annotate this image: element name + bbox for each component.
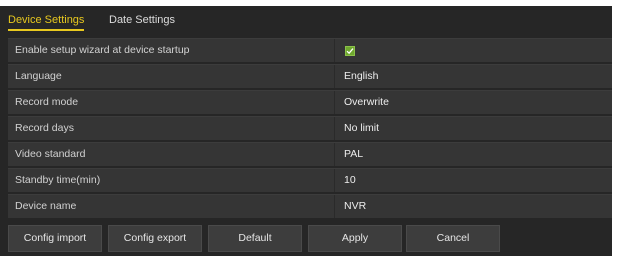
tab-bar: Device Settings Date Settings: [0, 6, 612, 35]
cancel-button[interactable]: Cancel: [406, 225, 500, 252]
setting-value: PAL: [344, 148, 364, 160]
setting-value: NVR: [344, 200, 367, 212]
setting-label: Record days: [15, 122, 74, 134]
default-button[interactable]: Default: [208, 225, 302, 252]
record-days-select[interactable]: No limit: [334, 117, 612, 140]
checkmark-icon: [346, 48, 354, 55]
setting-row-device-name: Device name NVR: [8, 194, 612, 218]
settings-list: Enable setup wizard at device startup La…: [8, 38, 612, 220]
setting-row-record-days: Record days No limit: [8, 116, 612, 140]
setting-label: Device name: [15, 200, 77, 212]
setting-label: Standby time(min): [15, 174, 101, 186]
language-select[interactable]: English: [334, 65, 612, 88]
config-import-button[interactable]: Config import: [8, 225, 102, 252]
setting-value: No limit: [344, 122, 380, 134]
setting-value: 10: [344, 174, 356, 186]
tab-date-settings[interactable]: Date Settings: [109, 14, 175, 26]
record-mode-select[interactable]: Overwrite: [334, 91, 612, 114]
setting-value: English: [344, 70, 379, 82]
config-export-button[interactable]: Config export: [108, 225, 202, 252]
setup-wizard-checkbox-cell[interactable]: [334, 39, 612, 62]
standby-time-select[interactable]: 10: [334, 169, 612, 192]
tab-device-settings[interactable]: Device Settings: [8, 14, 84, 26]
apply-button[interactable]: Apply: [308, 225, 402, 252]
action-bar: Config import Config export Default Appl…: [8, 225, 612, 252]
device-settings-panel: Device Settings Date Settings Enable set…: [0, 6, 612, 256]
device-name-field[interactable]: NVR: [334, 195, 612, 218]
setting-row-setup-wizard: Enable setup wizard at device startup: [8, 38, 612, 62]
setting-row-video-standard: Video standard PAL: [8, 142, 612, 166]
active-tab-indicator: [8, 29, 84, 31]
setup-wizard-checkbox[interactable]: [345, 46, 355, 56]
setting-label: Language: [15, 70, 62, 82]
setting-label: Enable setup wizard at device startup: [15, 44, 190, 56]
setting-row-language: Language English: [8, 64, 612, 88]
video-standard-select[interactable]: PAL: [334, 143, 612, 166]
setting-value: Overwrite: [344, 96, 389, 108]
setting-label: Video standard: [15, 148, 86, 160]
setting-label: Record mode: [15, 96, 79, 108]
setting-row-standby-time: Standby time(min) 10: [8, 168, 612, 192]
setting-row-record-mode: Record mode Overwrite: [8, 90, 612, 114]
